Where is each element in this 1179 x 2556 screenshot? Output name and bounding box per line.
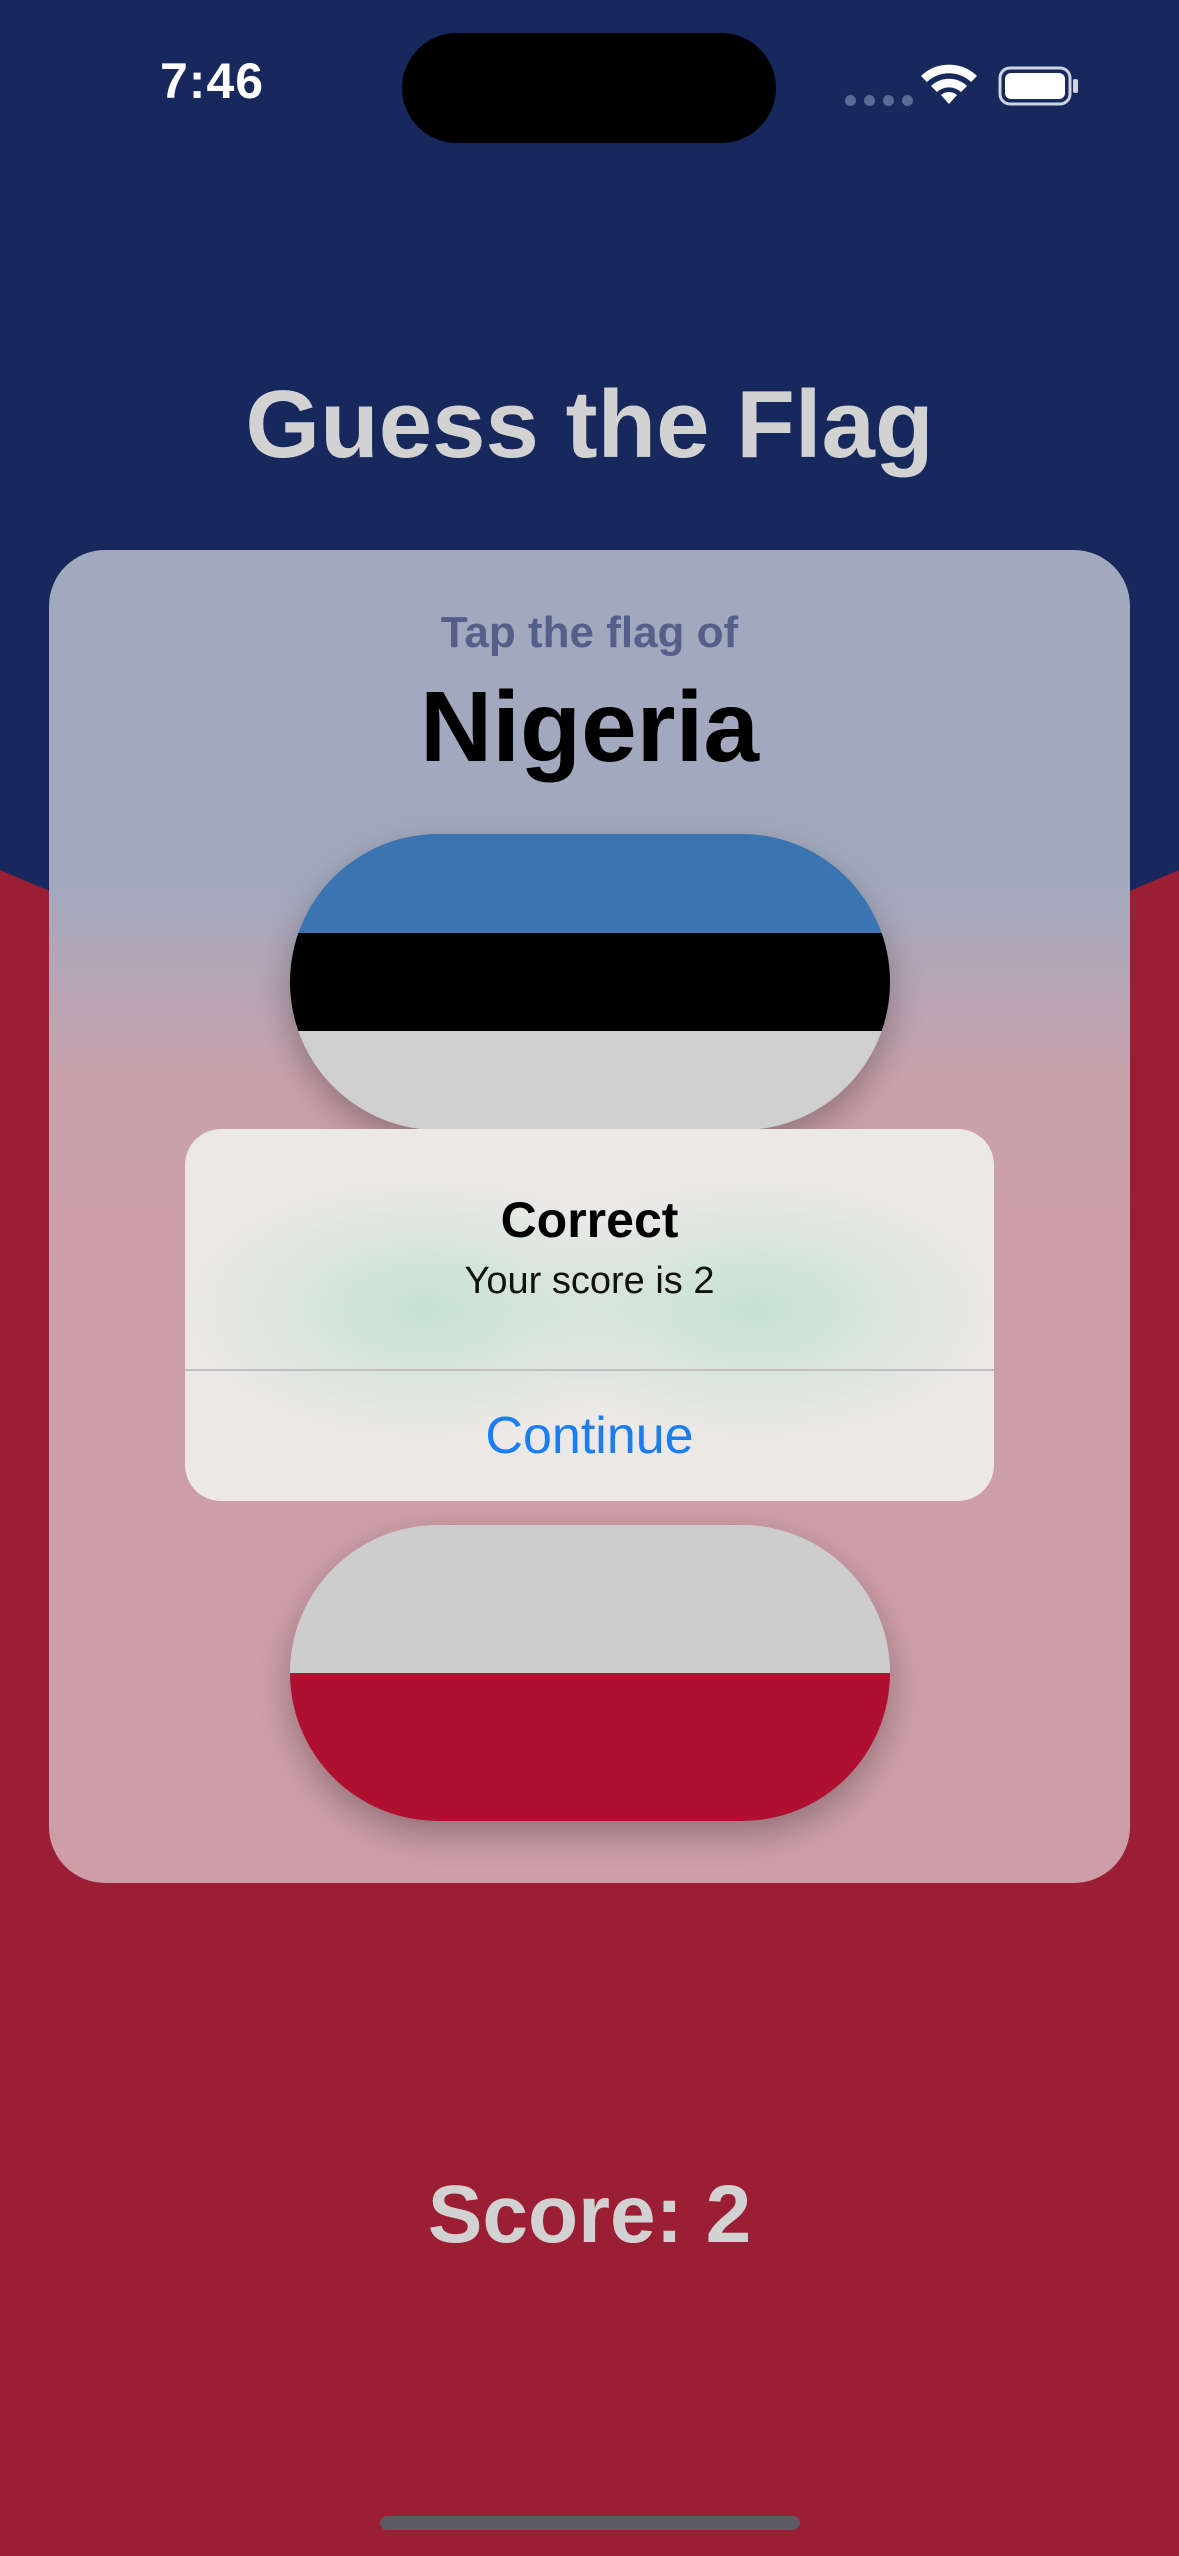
score-label: Score: 2 xyxy=(427,2169,752,2260)
cellular-signal-icon xyxy=(845,95,913,106)
score-alert: Correct Your score is 2 Continue xyxy=(185,1129,994,1501)
wifi-icon xyxy=(921,64,977,104)
flag-button-poland[interactable] xyxy=(290,1525,890,1821)
app-title: Guess the Flag xyxy=(245,371,934,478)
flag-button-estonia[interactable] xyxy=(290,834,890,1130)
home-indicator[interactable] xyxy=(380,2516,800,2530)
status-time: 7:46 xyxy=(160,53,265,109)
flag-stripe xyxy=(290,1673,890,1821)
dynamic-island xyxy=(402,33,776,143)
battery-icon xyxy=(998,66,1078,106)
flag-stripe xyxy=(290,1525,890,1673)
continue-button[interactable]: Continue xyxy=(185,1371,994,1501)
flag-stripe xyxy=(290,834,890,933)
alert-title: Correct xyxy=(500,1192,679,1248)
country-name: Nigeria xyxy=(419,671,759,783)
alert-message: Your score is 2 xyxy=(464,1260,715,1302)
prompt-label: Tap the flag of xyxy=(440,608,739,657)
flag-stripe xyxy=(290,932,890,1032)
flag-stripe xyxy=(290,1031,890,1130)
